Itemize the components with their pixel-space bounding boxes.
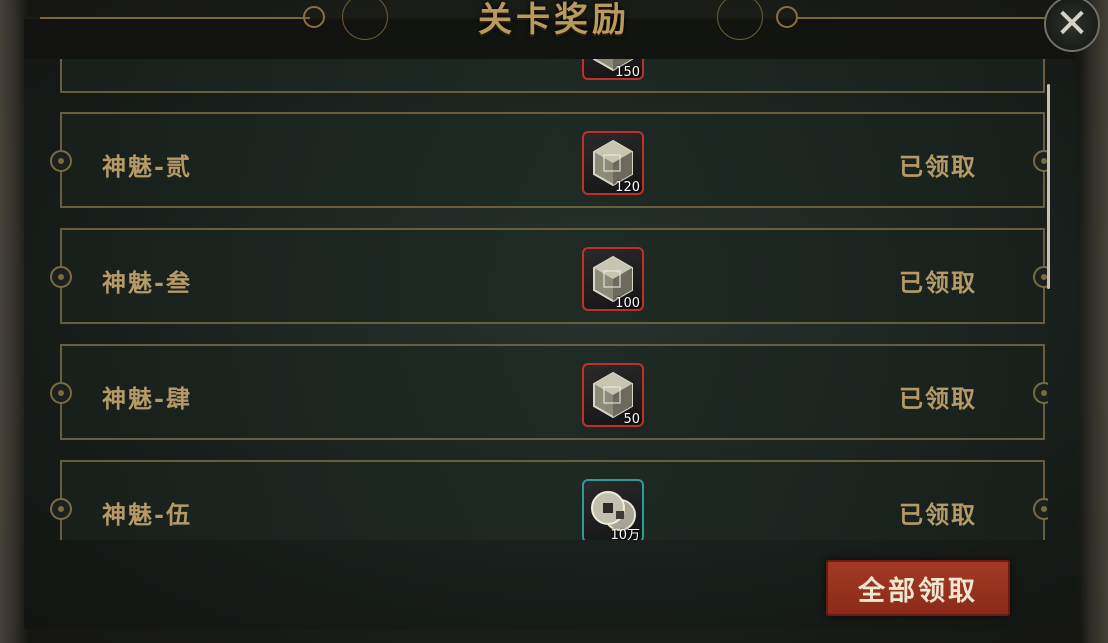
row-knob-left — [50, 382, 72, 404]
reward-list[interactable]: 150 神魅-贰 120 已领取 神魅-叁 100 已领取 神魅-肆 50 已领… — [24, 59, 1048, 540]
reward-status: 已领取 — [899, 268, 977, 297]
close-icon: ✕ — [1055, 1, 1089, 47]
reward-item[interactable]: 150 — [582, 59, 644, 80]
reward-name: 神魅-叁 — [102, 268, 192, 297]
row-knob-left — [50, 266, 72, 288]
reward-row: 神魅-伍 10万 已领取 — [50, 460, 1048, 540]
claim-all-button[interactable]: 全部领取 — [826, 560, 1010, 616]
row-knob-left — [50, 498, 72, 520]
reward-row: 神魅-肆 50 已领取 — [50, 344, 1048, 440]
page-title: 关卡奖励 — [478, 0, 630, 40]
reward-status: 已领取 — [899, 500, 977, 529]
reward-count: 120 — [615, 180, 640, 195]
row-knob-right — [1033, 266, 1048, 288]
reward-count: 10万 — [610, 528, 640, 540]
reward-item[interactable]: 120 — [582, 131, 644, 195]
reward-row: 神魅-贰 120 已领取 — [50, 112, 1048, 208]
reward-item[interactable]: 100 — [582, 247, 644, 311]
reward-row: 150 — [60, 59, 1045, 93]
reward-item[interactable]: 10万 — [582, 479, 644, 540]
reward-count: 50 — [623, 412, 640, 427]
reward-count: 150 — [615, 65, 640, 80]
reward-count: 100 — [615, 296, 640, 311]
row-knob-right — [1033, 498, 1048, 520]
reward-name: 神魅-肆 — [102, 384, 192, 413]
reward-row: 神魅-叁 100 已领取 — [50, 228, 1048, 324]
reward-name: 神魅-伍 — [102, 500, 192, 529]
row-knob-right — [1033, 382, 1048, 404]
reward-name: 神魅-贰 — [102, 152, 192, 181]
row-knob-left — [50, 150, 72, 172]
reward-window: 关卡奖励 ✕ 150 神魅-贰 120 已领取 神魅-叁 100 已领取 神魅-… — [0, 0, 1108, 643]
right-cloud-decoration — [1080, 0, 1108, 643]
reward-item[interactable]: 50 — [582, 363, 644, 427]
reward-status: 已领取 — [899, 152, 977, 181]
reward-status: 已领取 — [899, 384, 977, 413]
row-knob-right — [1033, 150, 1048, 172]
list-scrollbar[interactable] — [1047, 84, 1050, 289]
